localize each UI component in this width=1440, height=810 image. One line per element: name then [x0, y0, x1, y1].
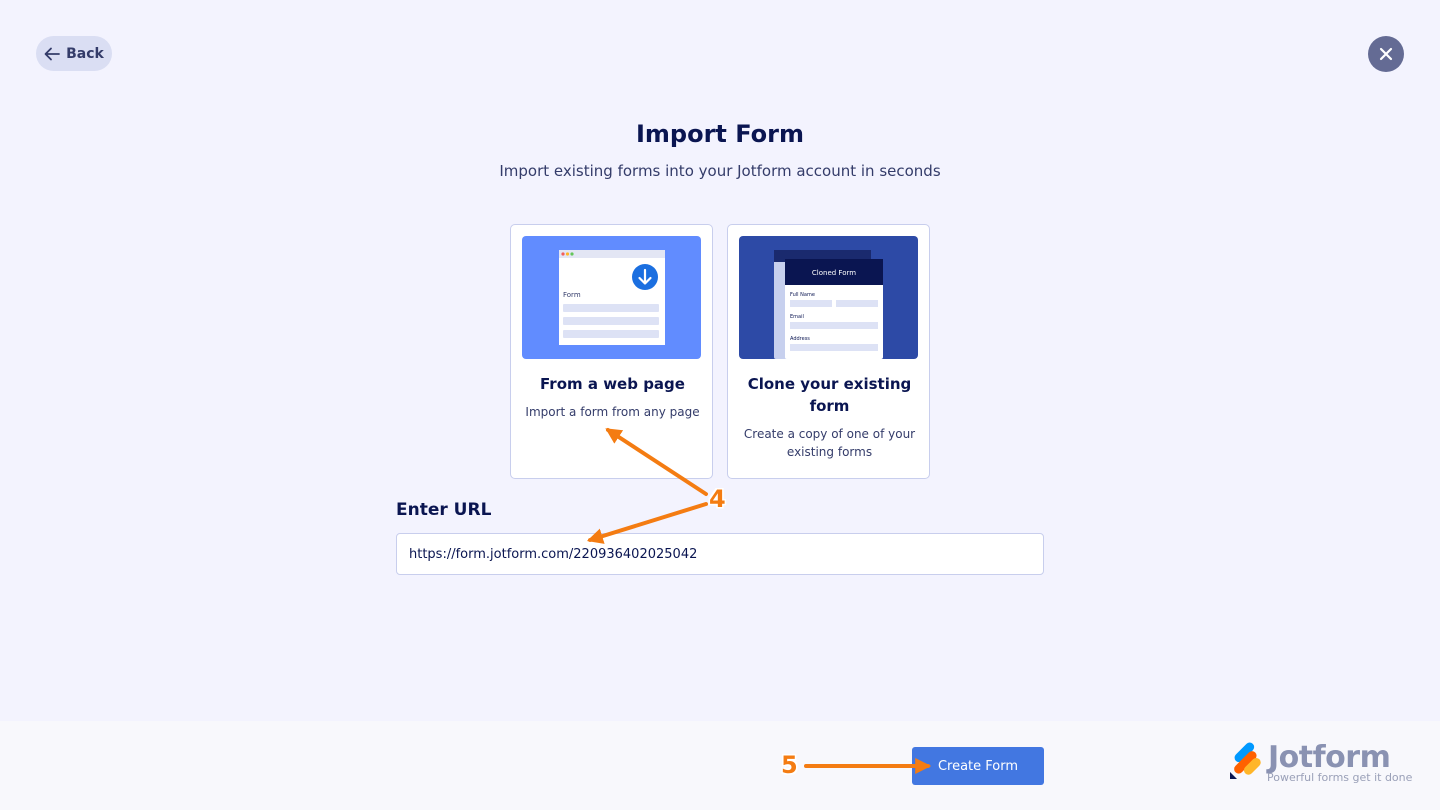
brand-name: Jotform	[1268, 740, 1391, 775]
import-from-web-page-card[interactable]: Form From a web page Import a form from …	[510, 224, 713, 479]
arrow-left-icon	[44, 47, 61, 60]
field-label: Address	[790, 336, 810, 342]
url-input[interactable]	[396, 533, 1044, 575]
back-button[interactable]: Back	[36, 36, 112, 71]
jotform-logo: Jotform Powerful forms get it done	[1228, 740, 1412, 786]
illustration-form-label: Form	[563, 291, 581, 299]
brand-tagline: Powerful forms get it done	[1267, 771, 1413, 784]
page-subtitle: Import existing forms into your Jotform …	[499, 162, 941, 180]
back-label: Back	[66, 45, 104, 62]
create-form-button[interactable]: Create Form	[912, 747, 1044, 785]
page-title: Import Form	[635, 120, 805, 148]
jotform-logo-icon	[1230, 742, 1261, 779]
cloned-form-illustration: Cloned Form Full Name Email Address	[739, 236, 918, 359]
clone-existing-form-card[interactable]: Cloned Form Full Name Email Address Clon…	[727, 224, 930, 479]
field-label: Email	[790, 314, 804, 320]
card-title: Clone your existing form	[747, 375, 912, 415]
card-description: Import a form from any page	[525, 405, 700, 419]
card-title: From a web page	[540, 375, 685, 393]
field-label: Full Name	[790, 292, 815, 298]
url-label: Enter URL	[396, 500, 492, 520]
card-description: Create a copy of one of your existing fo…	[743, 427, 916, 459]
annotation-step-4: 4	[709, 485, 726, 513]
web-page-illustration: Form	[522, 236, 701, 359]
cloned-form-header: Cloned Form	[811, 269, 857, 277]
footer-bar	[0, 721, 1440, 810]
annotation-step-5: 5	[781, 751, 798, 779]
close-button[interactable]	[1368, 36, 1404, 72]
close-icon	[1379, 47, 1393, 61]
